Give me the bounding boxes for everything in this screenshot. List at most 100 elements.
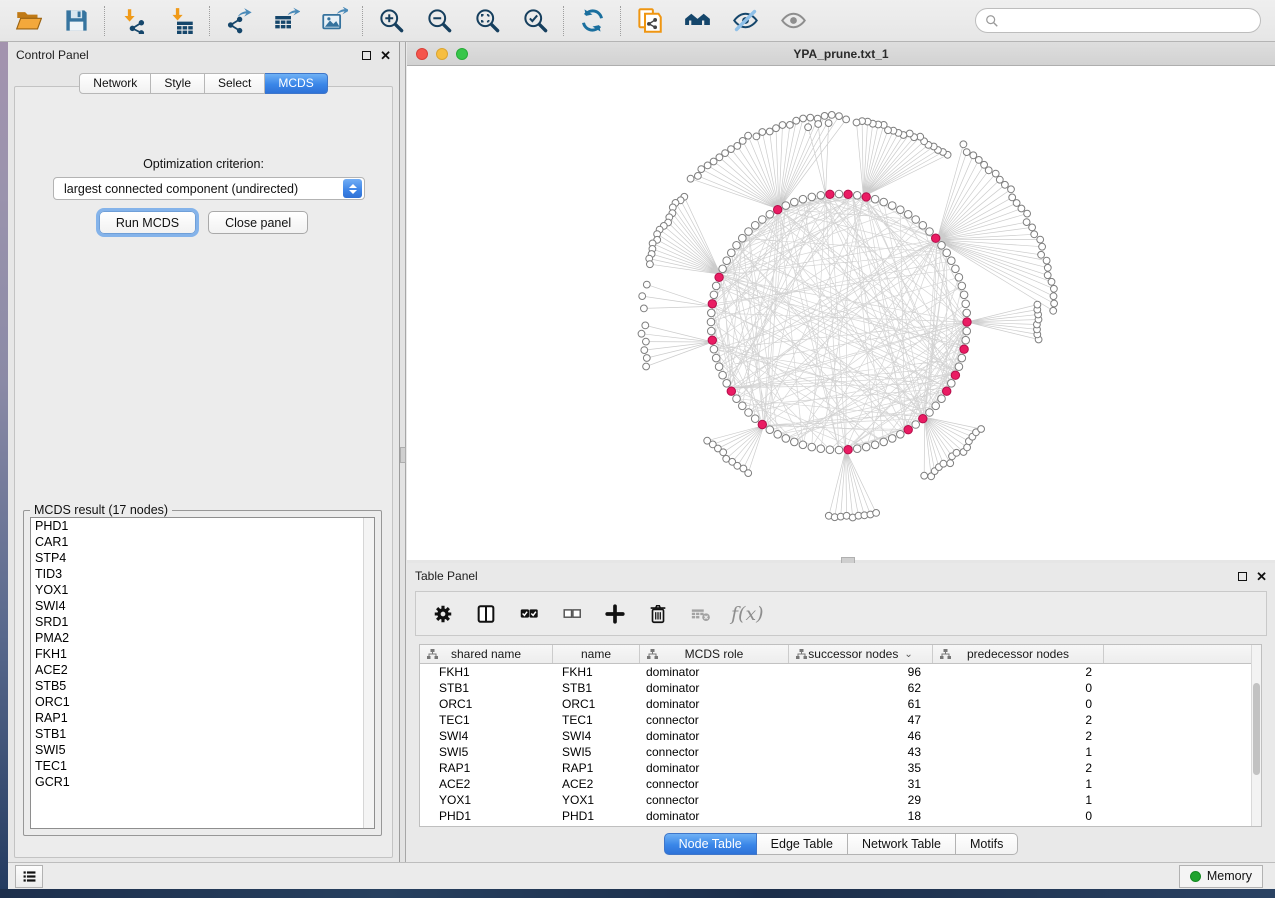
cell-shared-name[interactable]: PHD1 [420, 808, 553, 824]
mcds-result-item[interactable]: TEC1 [31, 758, 374, 774]
close-panel-button[interactable]: Close panel [208, 211, 308, 234]
select-all-icon[interactable] [516, 601, 542, 627]
cell-MCDS-role[interactable]: connector [640, 744, 789, 760]
cell-successor-nodes[interactable]: 18 [789, 808, 933, 824]
table-scrollbar-thumb[interactable] [1253, 683, 1260, 775]
table-row[interactable]: STB1STB1dominator620 [420, 680, 1261, 696]
cell-successor-nodes[interactable]: 31 [789, 776, 933, 792]
float-table-panel-icon[interactable] [1238, 572, 1247, 581]
zoom-fit-icon[interactable] [472, 6, 502, 36]
mcds-list-scrollbar[interactable] [363, 518, 374, 828]
mcds-result-item[interactable]: GCR1 [31, 774, 374, 790]
show-columns-icon[interactable] [473, 601, 499, 627]
cell-MCDS-role[interactable]: dominator [640, 664, 789, 680]
cell-MCDS-role[interactable]: connector [640, 776, 789, 792]
cell-name[interactable]: STB1 [553, 680, 640, 696]
table-row[interactable]: TEC1TEC1connector472 [420, 712, 1261, 728]
mcds-result-item[interactable]: STB1 [31, 726, 374, 742]
cell-shared-name[interactable]: SWI4 [420, 728, 553, 744]
mcds-result-item[interactable]: PMA2 [31, 630, 374, 646]
column-header-predecessor-nodes[interactable]: predecessor nodes [933, 645, 1104, 663]
mcds-result-item[interactable]: YOX1 [31, 582, 374, 598]
memory-button[interactable]: Memory [1179, 865, 1263, 888]
cell-name[interactable]: FKH1 [553, 664, 640, 680]
column-header-MCDS-role[interactable]: MCDS role [640, 645, 789, 663]
mcds-result-item[interactable]: ACE2 [31, 662, 374, 678]
tab-motifs[interactable]: Motifs [956, 833, 1018, 855]
zoom-in-icon[interactable] [376, 6, 406, 36]
table-row[interactable]: PHD1PHD1dominator180 [420, 808, 1261, 824]
show-all-icon[interactable] [778, 6, 808, 36]
cell-predecessor-nodes[interactable]: 1 [933, 744, 1104, 760]
manage-networks-icon[interactable] [682, 6, 712, 36]
cell-shared-name[interactable]: STB1 [420, 680, 553, 696]
table-row[interactable]: SWI5SWI5connector431 [420, 744, 1261, 760]
cell-shared-name[interactable]: ACE2 [420, 776, 553, 792]
table-row[interactable]: FKH1FKH1dominator962 [420, 664, 1261, 680]
cell-predecessor-nodes[interactable]: 1 [933, 792, 1104, 808]
mcds-result-item[interactable]: SWI4 [31, 598, 374, 614]
import-network-icon[interactable] [118, 6, 148, 36]
cell-successor-nodes[interactable]: 62 [789, 680, 933, 696]
cell-shared-name[interactable]: SWI5 [420, 744, 553, 760]
column-header-name[interactable]: name [553, 645, 640, 663]
cell-name[interactable]: TEC1 [553, 712, 640, 728]
criterion-dropdown[interactable]: largest connected component (undirected) [53, 177, 365, 200]
task-history-icon[interactable] [15, 865, 43, 888]
table-scrollbar[interactable] [1251, 645, 1261, 826]
close-panel-icon[interactable]: ✕ [380, 49, 391, 62]
refresh-icon[interactable] [577, 6, 607, 36]
cell-successor-nodes[interactable]: 35 [789, 760, 933, 776]
mcds-result-item[interactable]: PHD1 [31, 518, 374, 534]
cell-predecessor-nodes[interactable]: 0 [933, 680, 1104, 696]
cell-shared-name[interactable]: TEC1 [420, 712, 553, 728]
cell-predecessor-nodes[interactable]: 0 [933, 696, 1104, 712]
network-window-titlebar[interactable]: YPA_prune.txt_1 [407, 42, 1275, 66]
cell-name[interactable]: PHD1 [553, 808, 640, 824]
export-network-icon[interactable] [223, 6, 253, 36]
table-settings-gear-icon[interactable] [430, 601, 456, 627]
cell-MCDS-role[interactable]: dominator [640, 680, 789, 696]
mcds-result-item[interactable]: STB5 [31, 678, 374, 694]
cell-successor-nodes[interactable]: 43 [789, 744, 933, 760]
mcds-result-item[interactable]: SWI5 [31, 742, 374, 758]
export-image-icon[interactable] [319, 6, 349, 36]
cell-predecessor-nodes[interactable]: 1 [933, 776, 1104, 792]
tab-mcds[interactable]: MCDS [265, 73, 327, 94]
mcds-result-item[interactable]: FKH1 [31, 646, 374, 662]
add-column-icon[interactable] [602, 601, 628, 627]
cell-MCDS-role[interactable]: connector [640, 792, 789, 808]
mcds-result-list[interactable]: PHD1CAR1STP4TID3YOX1SWI4SRD1PMA2FKH1ACE2… [30, 517, 375, 829]
tab-node-table[interactable]: Node Table [664, 833, 757, 855]
tab-network[interactable]: Network [79, 73, 151, 94]
cell-successor-nodes[interactable]: 47 [789, 712, 933, 728]
duplicate-network-icon[interactable] [634, 6, 664, 36]
table-row[interactable]: ORC1ORC1dominator610 [420, 696, 1261, 712]
table-row[interactable]: SWI4SWI4dominator462 [420, 728, 1261, 744]
vertical-splitter-handle[interactable] [400, 447, 406, 463]
zoom-selected-icon[interactable] [520, 6, 550, 36]
cell-successor-nodes[interactable]: 96 [789, 664, 933, 680]
table-row[interactable]: ACE2ACE2connector311 [420, 776, 1261, 792]
mcds-result-item[interactable]: CAR1 [31, 534, 374, 550]
table-row[interactable]: RAP1RAP1dominator352 [420, 760, 1261, 776]
cell-name[interactable]: ACE2 [553, 776, 640, 792]
import-table-icon[interactable] [166, 6, 196, 36]
cell-shared-name[interactable]: RAP1 [420, 760, 553, 776]
cell-predecessor-nodes[interactable]: 2 [933, 712, 1104, 728]
network-canvas[interactable] [407, 66, 1275, 560]
cell-name[interactable]: SWI4 [553, 728, 640, 744]
open-file-icon[interactable] [13, 6, 43, 36]
table-row[interactable]: YOX1YOX1connector291 [420, 792, 1261, 808]
cell-predecessor-nodes[interactable]: 0 [933, 808, 1104, 824]
cell-name[interactable]: RAP1 [553, 760, 640, 776]
cell-MCDS-role[interactable]: connector [640, 712, 789, 728]
cell-name[interactable]: ORC1 [553, 696, 640, 712]
mcds-result-item[interactable]: SRD1 [31, 614, 374, 630]
run-mcds-button[interactable]: Run MCDS [99, 211, 196, 234]
search-input[interactable] [975, 8, 1261, 33]
mcds-result-item[interactable]: ORC1 [31, 694, 374, 710]
cell-predecessor-nodes[interactable]: 2 [933, 760, 1104, 776]
cell-predecessor-nodes[interactable]: 2 [933, 728, 1104, 744]
cell-shared-name[interactable]: ORC1 [420, 696, 553, 712]
